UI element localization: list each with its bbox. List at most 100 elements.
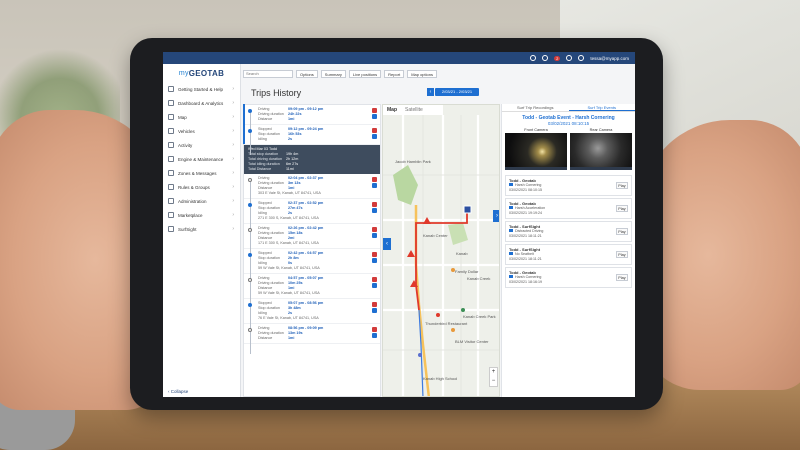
trip-row[interactable]: Stopped 02:42 pm - 04:57 pm Stop duration 2… [244, 249, 380, 279]
geotab-logo[interactable]: my GEOTAB [163, 64, 240, 82]
event-item[interactable]: Todd - SurfSight No Seatbelt 03/02/2021 … [505, 244, 632, 265]
trip-row[interactable]: Stopped 05:07 pm - 08:56 pm Stop duration 3… [244, 299, 380, 329]
trip-row[interactable]: Stopped 09:12 pm - 09:24 pm Stop duration 1… [244, 125, 380, 155]
admin-icon [168, 198, 174, 204]
event-item[interactable]: Todd - Geotab Harsh Acceleration 03/02/2… [505, 198, 632, 219]
trip-key: Distance [258, 336, 273, 340]
video-icon[interactable] [372, 114, 377, 119]
tab-map[interactable]: Map [383, 105, 401, 115]
map-label-8: BLM Visitor Center [455, 339, 489, 344]
search-input[interactable] [243, 69, 293, 78]
trips-list[interactable]: Driving 09:09 pm - 09:12 pm Driving durati… [243, 104, 381, 397]
date-range-button[interactable]: 2/03/21 - 2/03/21 [435, 88, 479, 96]
trip-row[interactable]: Driving 02:26 pm - 02:42 pm Driving durati… [244, 224, 380, 254]
trip-row[interactable]: Driving 09:09 pm - 09:12 pm Driving durati… [244, 105, 380, 135]
map-expand-right-button[interactable]: › [493, 210, 499, 222]
sidebar-item-2[interactable]: Map › [163, 110, 240, 124]
sidebar-item-9[interactable]: Marketplace › [163, 208, 240, 222]
event-item[interactable]: Todd - Geotab Harsh Cornering 03/02/2021… [505, 175, 632, 196]
map-panel[interactable]: Jacob Hamblin Park Kanab Center Kanab Ka… [382, 104, 500, 397]
zoom-in-button[interactable]: + [490, 368, 497, 377]
sidebar-item-4[interactable]: Activity › [163, 138, 240, 152]
help-circle-icon[interactable] [530, 55, 537, 61]
front-camera-controls[interactable] [505, 167, 567, 170]
video-icon[interactable] [372, 208, 377, 213]
alert-icon[interactable] [372, 108, 377, 113]
bell-icon[interactable] [542, 55, 549, 61]
video-icon[interactable] [372, 233, 377, 238]
event-item[interactable]: Todd - SurfSight Distracted Driving 03/0… [505, 221, 632, 242]
video-icon[interactable] [372, 283, 377, 288]
event-item[interactable]: Todd - Geotab Harsh Cornering 03/02/2021… [505, 267, 632, 288]
sidebar-item-10[interactable]: SurfSight › [163, 222, 240, 236]
zoom-control: + − [489, 367, 498, 387]
map-canvas[interactable]: Jacob Hamblin Park Kanab Center Kanab Ka… [383, 105, 500, 397]
sidebar-item-label: Rules & Groups [178, 184, 210, 190]
trip-row[interactable]: Driving 08:56 pm - 09:09 pm Driving durati… [244, 324, 380, 354]
front-camera-video[interactable] [505, 133, 567, 167]
summary-button[interactable]: Summary [320, 69, 346, 78]
alert-icon[interactable] [372, 277, 377, 282]
rear-camera-controls[interactable] [570, 167, 632, 170]
alert-icon[interactable] [372, 227, 377, 232]
video-icon[interactable] [372, 183, 377, 188]
surfsight-panel: Surf Trip Recordings Surf Trip Events To… [501, 104, 635, 397]
sidebar-item-8[interactable]: Administration › [163, 194, 240, 208]
sidebar-item-label: Map [178, 114, 187, 120]
event-type: Harsh Cornering [515, 183, 542, 187]
sidebar-item-1[interactable]: Dashboard & Analytics › [163, 96, 240, 110]
play-button[interactable]: Play [616, 182, 628, 189]
tab-trip-events[interactable]: Surf Trip Events [568, 104, 635, 111]
play-button[interactable]: Play [616, 228, 628, 235]
map-collapse-left-button[interactable]: ‹ [383, 238, 391, 250]
marketplace-icon [168, 212, 174, 218]
collapse-label: Collapse [170, 389, 189, 394]
map-options-button[interactable]: Map options [407, 69, 437, 78]
summary-row: Total Distance 11mi [248, 167, 376, 172]
page-title: Trips History [251, 88, 302, 98]
sidebar-item-5[interactable]: Engine & Maintenance › [163, 152, 240, 166]
help-icon [168, 86, 174, 92]
date-prev-button[interactable]: ‹ [427, 88, 434, 96]
user-icon[interactable] [578, 55, 585, 61]
chevron-right-icon: › [232, 128, 234, 134]
alert-icon[interactable] [372, 327, 377, 332]
play-button[interactable]: Play [616, 205, 628, 212]
tab-trip-recordings[interactable]: Surf Trip Recordings [502, 104, 569, 111]
alert-icon[interactable] [372, 177, 377, 182]
front-camera: Front Camera [505, 128, 567, 170]
alert-icon[interactable] [372, 302, 377, 307]
rear-camera-video[interactable] [570, 133, 632, 167]
gear-icon[interactable] [566, 55, 573, 61]
trip-actions [372, 128, 377, 139]
sidebar-item-7[interactable]: Rules & Groups › [163, 180, 240, 194]
options-button[interactable]: Options [296, 69, 318, 78]
map-label-1: Kanab Center [423, 233, 448, 238]
sidebar-item-6[interactable]: Zones & Messages › [163, 166, 240, 180]
user-email[interactable]: tessa@myapp.com [590, 56, 629, 61]
event-list: Todd - Geotab Harsh Cornering 03/02/2021… [502, 175, 635, 288]
live-positions-button[interactable]: Live positions [348, 69, 382, 78]
sidebar-item-0[interactable]: Getting Started & Help › [163, 82, 240, 96]
video-icon[interactable] [372, 308, 377, 313]
trip-row[interactable]: Driving 04:57 pm - 05:07 pm Driving durati… [244, 274, 380, 304]
trip-key: Distance [258, 117, 273, 121]
zoom-out-button[interactable]: − [490, 377, 497, 386]
sidebar-item-3[interactable]: Vehicles › [163, 124, 240, 138]
alert-icon[interactable] [372, 128, 377, 133]
trip-row[interactable]: Driving 02:04 pm - 02:37 pm Driving durati… [244, 174, 380, 204]
video-icon[interactable] [372, 258, 377, 263]
play-button[interactable]: Play [616, 251, 628, 258]
alert-icon[interactable] [372, 202, 377, 207]
collapse-button[interactable]: ‹ Collapse [168, 389, 188, 394]
trip-row[interactable]: Stopped 02:37 pm - 02:52 pm Stop duration 2… [244, 199, 380, 229]
map-label-4: Kanab High School [423, 376, 457, 381]
play-button[interactable]: Play [616, 274, 628, 281]
video-icon[interactable] [372, 134, 377, 139]
report-button[interactable]: Report [384, 69, 405, 78]
tab-satellite[interactable]: Satellite [401, 105, 427, 115]
alert-icon[interactable] [372, 252, 377, 257]
video-icon[interactable] [372, 333, 377, 338]
zones-icon [168, 170, 174, 176]
event-timestamp: 03/02/2021 18:11:21 [509, 234, 542, 238]
